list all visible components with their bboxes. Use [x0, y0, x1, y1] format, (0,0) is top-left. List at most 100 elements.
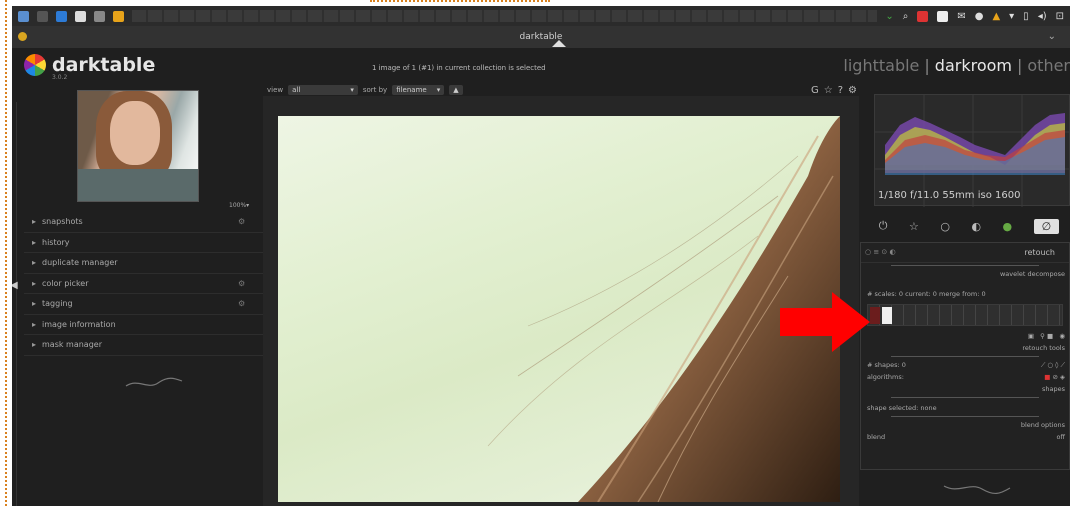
- window-icon[interactable]: [75, 10, 86, 22]
- view-darkroom[interactable]: darkroom: [935, 56, 1012, 75]
- red-arrow-annotation: [780, 292, 870, 352]
- algorithms-row: algorithms: ■ ⊘ ◈: [861, 371, 1069, 383]
- left-panel-edge[interactable]: [12, 102, 17, 506]
- module-snapshots[interactable]: snapshots⚙: [24, 212, 264, 233]
- gear-icon[interactable]: ⚙: [848, 85, 857, 96]
- dotted-border-left: [5, 0, 7, 506]
- window-minimize-icon[interactable]: ⌄: [1048, 26, 1056, 48]
- zoom-level[interactable]: 100%▾: [229, 202, 249, 209]
- exif-info: 1/180 f/11.0 55mm iso 1600: [878, 190, 1021, 201]
- thumbnail-face: [110, 101, 160, 165]
- module-groups: ⏻ ☆ ○ ◐ ● ∅: [868, 214, 1070, 238]
- power-icon[interactable]: ⏻: [879, 219, 888, 233]
- battery-icon[interactable]: ▯: [1023, 11, 1029, 22]
- module-header-icons[interactable]: ○ ≡ ⊙ ◐: [865, 248, 896, 256]
- notification-icon[interactable]: [917, 10, 929, 22]
- base-circle-icon[interactable]: ○: [940, 220, 950, 233]
- scale-marker-current[interactable]: [870, 307, 880, 324]
- module-color-picker[interactable]: color picker⚙: [24, 274, 264, 294]
- app-name: darktable: [52, 54, 156, 76]
- snapshots-presets-icon[interactable]: ⚙: [238, 212, 245, 232]
- vlc-icon[interactable]: [113, 10, 124, 22]
- scale-tools-row: ▣ ⚲ ■ ◉: [861, 330, 1069, 342]
- wavelet-scale-bar[interactable]: [867, 304, 1063, 326]
- retouch-module: ○ ≡ ⊙ ◐ retouch wavelet decompose # scal…: [860, 242, 1070, 470]
- tone-half-icon[interactable]: ◐: [971, 220, 981, 233]
- scale-tool-icons[interactable]: ▣ ⚲ ■ ◉: [1028, 330, 1065, 342]
- blend-value[interactable]: off: [1057, 431, 1065, 443]
- app-dot-icon: [18, 32, 27, 41]
- view-other[interactable]: other: [1027, 56, 1070, 75]
- divider: [891, 265, 1039, 266]
- ubuntu-icon[interactable]: [18, 10, 29, 22]
- view-lighttable[interactable]: lighttable: [843, 56, 919, 75]
- color-picker-presets-icon[interactable]: ⚙: [238, 274, 245, 294]
- bulb-icon[interactable]: ●: [975, 11, 984, 22]
- screen: ⌄ ⌕ ✉ ● ▲ ▾ ▯ ◂) ⊡ darktable ⌄ darktable…: [12, 6, 1070, 506]
- retouch-tools-label: retouch tools: [1022, 344, 1065, 352]
- correct-group-icon[interactable]: ∅: [1033, 218, 1060, 234]
- scales-row: # scales: 0 current: 0 merge from: 0: [867, 290, 986, 298]
- main-image[interactable]: [278, 116, 840, 502]
- volume-icon[interactable]: ◂): [1038, 11, 1047, 22]
- module-mask-manager[interactable]: mask manager: [24, 335, 264, 356]
- chevron-down-icon[interactable]: ⌄: [885, 11, 893, 22]
- module-image-information[interactable]: image information: [24, 315, 264, 335]
- blend-options-label: blend options: [1020, 421, 1065, 429]
- module-duplicate-manager[interactable]: duplicate manager: [24, 253, 264, 274]
- grouping-button[interactable]: G: [811, 85, 819, 96]
- sort-label: sort by: [362, 86, 388, 94]
- left-modules: snapshots⚙ history duplicate manager col…: [24, 212, 264, 356]
- blend-options-section: blend options: [861, 419, 1069, 431]
- window-title-bar: darktable ⌄: [12, 26, 1070, 48]
- network-icon[interactable]: ⊡: [1056, 11, 1064, 22]
- view-switcher: lighttable | darkroom | other: [843, 56, 1070, 75]
- wavelet-section: wavelet decompose: [861, 268, 1069, 280]
- module-tagging[interactable]: tagging⚙: [24, 294, 264, 315]
- shapes-count: # shapes: 0: [867, 361, 906, 369]
- search-icon[interactable]: ⌕: [903, 11, 909, 22]
- shapes-count-row: # shapes: 0 ⟋ ○ ◊ ⟋: [861, 359, 1069, 371]
- menu-icon[interactable]: [37, 10, 48, 22]
- dotted-border-top: [370, 0, 550, 2]
- color-circle-icon[interactable]: ●: [1003, 220, 1013, 233]
- star-icon[interactable]: ☆: [824, 85, 833, 96]
- shape-tool-icons[interactable]: ⟋ ○ ◊ ⟋: [1041, 359, 1065, 371]
- sort-direction-button[interactable]: ▲: [449, 85, 463, 95]
- thumbnail-shirt: [78, 169, 198, 201]
- folder-icon[interactable]: [94, 10, 105, 22]
- collapse-left-arrow-icon[interactable]: ◀: [12, 280, 18, 291]
- blend-label: blend: [867, 433, 886, 441]
- sort-select[interactable]: filename ▾: [392, 85, 445, 95]
- ornament-right-icon: [943, 485, 1011, 494]
- divider: [891, 416, 1039, 417]
- shapes-section: shapes: [861, 383, 1069, 395]
- tagging-presets-icon[interactable]: ⚙: [238, 294, 245, 314]
- wavelet-decompose-label: wavelet decompose: [999, 270, 1065, 278]
- collapse-top-arrow-icon[interactable]: [552, 40, 566, 47]
- algorithm-icons[interactable]: ■ ⊘ ◈: [1044, 371, 1065, 383]
- module-history[interactable]: history: [24, 233, 264, 253]
- view-separator: |: [924, 56, 930, 75]
- system-top-bar: ⌄ ⌕ ✉ ● ▲ ▾ ▯ ◂) ⊡: [12, 6, 1070, 26]
- scale-marker-selected[interactable]: [882, 307, 892, 324]
- retouch-tools-section: retouch tools: [861, 342, 1069, 354]
- retouch-title: retouch: [1024, 248, 1055, 257]
- view-label: view: [267, 86, 284, 94]
- app-icon[interactable]: [56, 10, 67, 22]
- notes-icon[interactable]: [937, 10, 949, 22]
- collection-status: 1 image of 1 (#1) in current collection …: [372, 64, 546, 72]
- ornament-icon: [125, 377, 183, 387]
- favorites-star-icon[interactable]: ☆: [909, 220, 919, 233]
- view-select[interactable]: all ▾: [288, 85, 358, 95]
- help-icon[interactable]: ?: [838, 85, 843, 96]
- navigation-thumbnail[interactable]: [77, 90, 199, 202]
- vlc-tray-icon[interactable]: ▲: [992, 11, 1000, 22]
- wifi-icon[interactable]: ▾: [1009, 11, 1014, 22]
- tray: ⌄ ⌕ ✉ ● ▲ ▾ ▯ ◂) ⊡: [885, 10, 1064, 22]
- blend-row[interactable]: blend off: [861, 431, 1069, 443]
- shapes-label: shapes: [1041, 385, 1065, 393]
- left-panel: 100%▾ snapshots⚙ history duplicate manag…: [24, 90, 264, 506]
- retouch-header[interactable]: ○ ≡ ⊙ ◐ retouch: [861, 243, 1069, 263]
- mail-icon[interactable]: ✉: [957, 11, 965, 22]
